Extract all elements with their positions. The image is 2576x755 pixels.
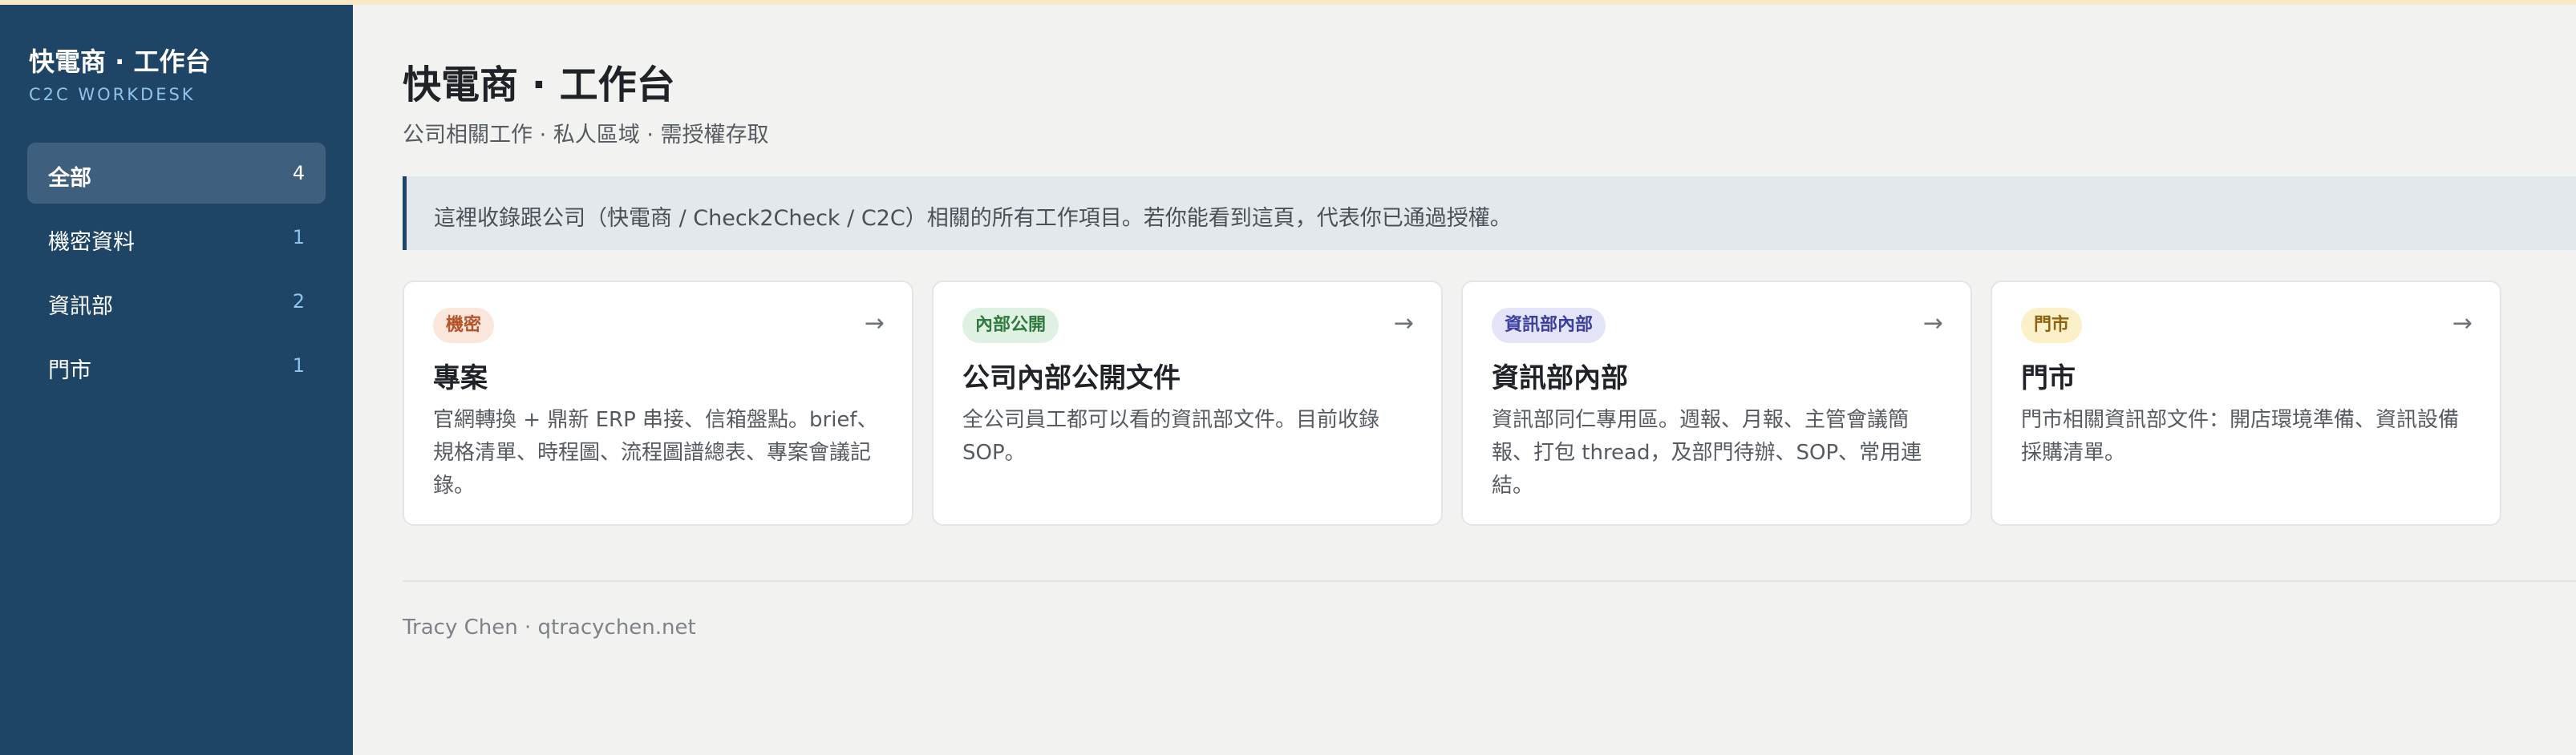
sidebar-item-it-dept[interactable]: 資訊部 2 [27, 271, 326, 332]
sidebar-item-all[interactable]: 全部 4 [27, 143, 326, 204]
card-badge: 門市 [2021, 308, 2083, 343]
sidebar-item-label: 門市 [48, 358, 91, 383]
arrow-right-icon: → [1393, 309, 1414, 337]
sidebar-item-count: 1 [292, 354, 305, 377]
main-content: 快電商 · 工作台 公司相關工作 · 私人區域 · 需授權存取 這裡收錄跟公司（… [353, 5, 2576, 755]
card-title: 專案 [433, 362, 488, 394]
arrow-right-icon: → [2452, 309, 2473, 337]
info-notice: 這裡收錄跟公司（快電商 / Check2Check / C2C）相關的所有工作項… [403, 176, 2576, 250]
page-subtitle: 公司相關工作 · 私人區域 · 需授權存取 [403, 123, 769, 147]
sidebar-item-label: 資訊部 [48, 294, 113, 319]
card-title: 資訊部內部 [1492, 362, 1628, 394]
sidebar-item-stores[interactable]: 門市 1 [27, 335, 326, 396]
notice-text: 這裡收錄跟公司（快電商 / Check2Check / C2C）相關的所有工作項… [434, 206, 1512, 231]
arrow-right-icon: → [864, 309, 885, 337]
sidebar-item-count: 1 [292, 226, 305, 248]
card-description: 官網轉換 + 鼎新 ERP 串接、信箱盤點。brief、規格清單、時程圖、流程圖… [433, 408, 878, 498]
sidebar: 快電商 · 工作台 C2C WORKDESK 全部 4 機密資料 1 資訊部 2… [0, 5, 353, 755]
sidebar-item-count: 2 [292, 290, 305, 313]
card-badge: 機密 [433, 308, 495, 343]
card-internal-public-docs[interactable]: 內部公開 → 公司內部公開文件 全公司員工都可以看的資訊部文件。目前收錄 SOP… [932, 281, 1443, 526]
card-title: 公司內部公開文件 [962, 362, 1181, 394]
sidebar-nav: 全部 4 機密資料 1 資訊部 2 門市 1 [27, 143, 326, 399]
sidebar-item-count: 4 [292, 162, 305, 184]
card-badge: 資訊部內部 [1492, 308, 1606, 343]
footer-divider [403, 580, 2576, 582]
card-it-internal[interactable]: 資訊部內部 → 資訊部內部 資訊部同仁專用區。週報、月報、主管會議簡報、打包 t… [1461, 281, 1972, 526]
footer-credit: Tracy Chen · qtracychen.net [403, 616, 696, 640]
page-title: 快電商 · 工作台 [403, 63, 675, 107]
card-description: 資訊部同仁專用區。週報、月報、主管會議簡報、打包 thread，及部門待辦、SO… [1492, 408, 1922, 498]
sidebar-item-label: 機密資料 [48, 230, 135, 255]
card-projects[interactable]: 機密 → 專案 官網轉換 + 鼎新 ERP 串接、信箱盤點。brief、規格清單… [403, 281, 913, 526]
card-badge: 內部公開 [962, 308, 1059, 343]
brand-title: 快電商 · 工作台 [29, 46, 211, 77]
card-stores[interactable]: 門市 → 門市 門市相關資訊部文件：開店環境準備、資訊設備採購清單。 [1991, 281, 2501, 526]
card-title: 門市 [2021, 362, 2076, 394]
sidebar-item-label: 全部 [48, 166, 91, 191]
sidebar-item-confidential[interactable]: 機密資料 1 [27, 207, 326, 268]
card-description: 門市相關資訊部文件：開店環境準備、資訊設備採購清單。 [2021, 408, 2460, 465]
card-description: 全公司員工都可以看的資訊部文件。目前收錄 SOP。 [962, 408, 1380, 465]
arrow-right-icon: → [1922, 309, 1943, 337]
brand-subtitle: C2C WORKDESK [29, 85, 196, 104]
